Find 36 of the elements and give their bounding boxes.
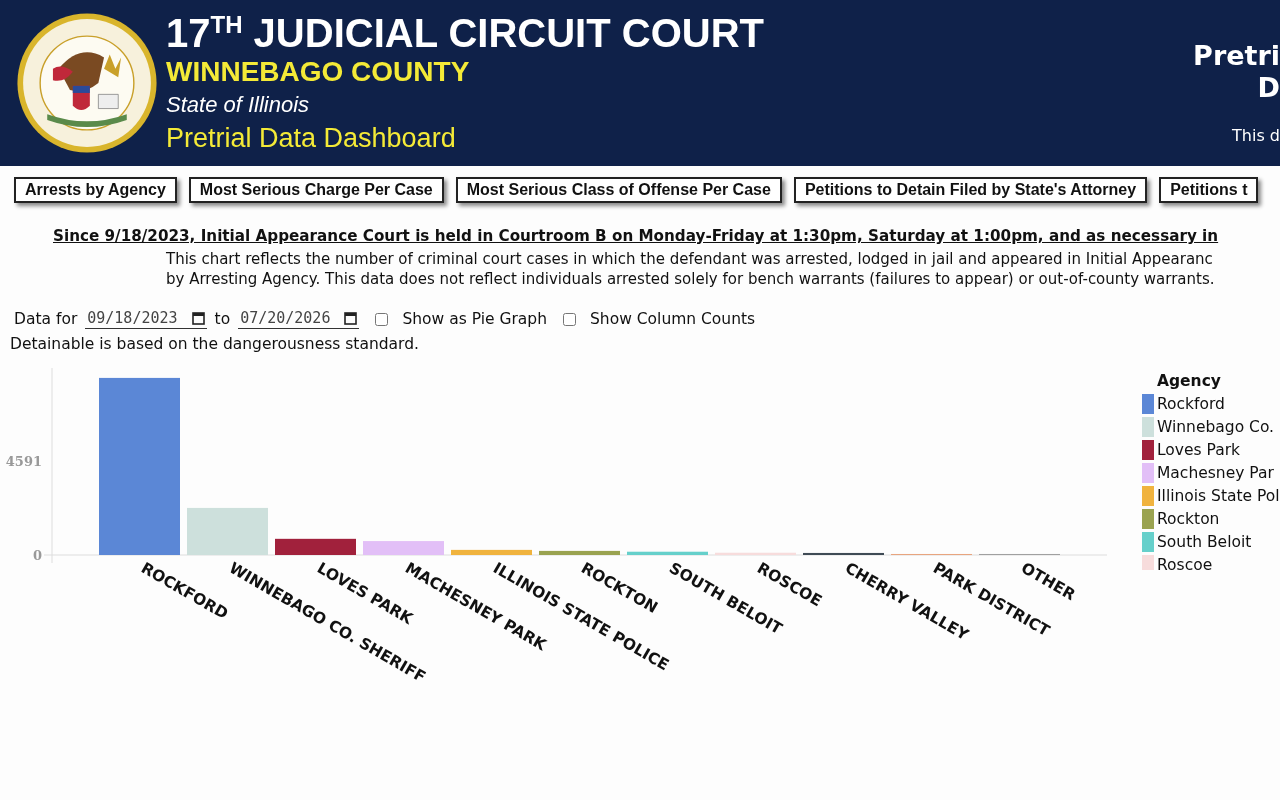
- page-title: D: [1257, 72, 1280, 104]
- to-label: to: [214, 310, 231, 328]
- legend-label: Winnebago Co.: [1157, 417, 1275, 436]
- legend-title: Agency: [1157, 371, 1222, 392]
- checkbox[interactable]: [375, 312, 389, 326]
- notice-text: Since 9/18/2023, Initial Appearance Court is held in Courtroom B on Monday-Friday at 1:30pm, Saturday at 1:00pm, and as necessary in: [53, 227, 1220, 245]
- date-field[interactable]: 09/18/2023: [85, 309, 207, 329]
- tab[interactable]: Petitions t: [1159, 177, 1259, 203]
- page-title: Pretri: [1193, 40, 1280, 72]
- y-tick-label: 4591: [5, 454, 42, 469]
- dashboard-title: Pretrial Data Dashboard: [166, 122, 457, 155]
- checkbox-label: Show Column Counts: [590, 310, 756, 328]
- legend-label: South Beloit: [1157, 532, 1252, 551]
- court-title: 17$^{TH}$ JUDICIAL CIRCUIT COURT: [166, 11, 764, 55]
- header-note: This d: [1232, 126, 1280, 145]
- tab[interactable]: Most Serious Charge Per Case: [188, 177, 444, 203]
- calendar-icon[interactable]: [191, 311, 205, 325]
- legend-label: Loves Park: [1157, 440, 1241, 459]
- state-name: State of Illinois: [166, 91, 311, 119]
- standard-note: Detainable is based on the dangerousness standard.: [10, 335, 420, 353]
- legend-label: Machesney Par: [1157, 463, 1274, 482]
- tab[interactable]: Petitions to Detain Filed by State's Attorney: [793, 177, 1148, 203]
- legend-label: Illinois State Pol: [1157, 486, 1280, 505]
- y-tick-label: 0: [32, 548, 42, 563]
- checkbox-label: Show as Pie Graph: [402, 310, 547, 328]
- date-field[interactable]: 07/20/2026: [238, 309, 360, 329]
- date-label: Data for: [14, 310, 78, 328]
- legend-label: Rockford: [1157, 394, 1225, 413]
- calendar-icon[interactable]: [344, 311, 358, 325]
- tab[interactable]: Arrests by Agency: [14, 177, 177, 203]
- legend-label: Roscoe: [1157, 555, 1213, 570]
- county-name: WINNEBAGO COUNTY: [166, 55, 471, 89]
- chart-description: This chart reflects the number of criminal court cases in which the defendant was arrested, lodged in jail and appeared in Initial Appearanc by Arresting Agency. This data does not reflect individuals arrested solely for bench warrants (failures to appear) or out-of-county warrants.: [166, 249, 1216, 289]
- legend-label: Rockton: [1157, 509, 1220, 528]
- checkbox[interactable]: [563, 312, 576, 326]
- tab[interactable]: Most Serious Class of Offense Per Case: [455, 177, 782, 203]
